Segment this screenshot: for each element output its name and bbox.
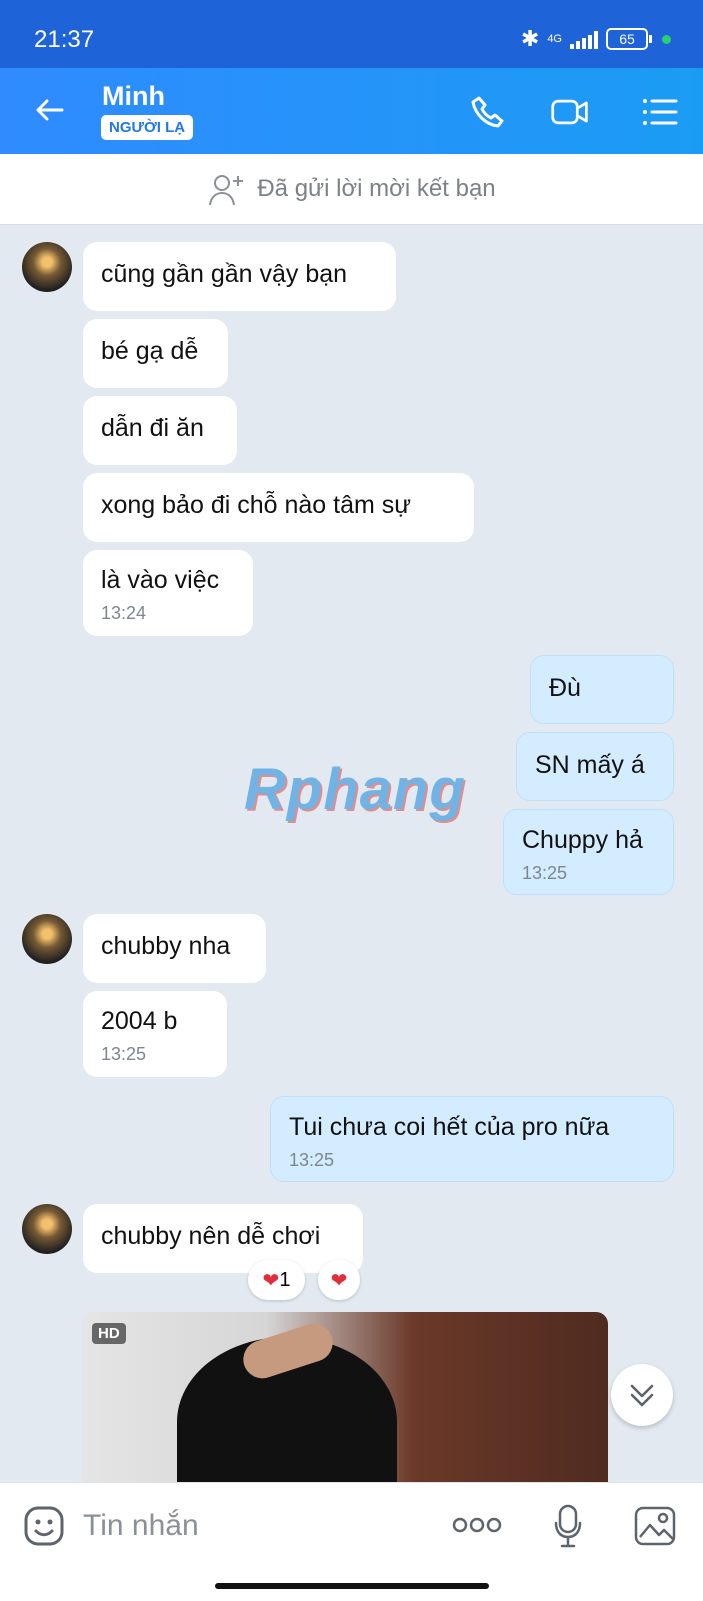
message-text: 2004 b [101,1007,178,1035]
message-text: là vào việc [101,566,220,594]
watermark-logo: Rphang [244,757,466,822]
message-composer: Tin nhắn [0,1482,703,1601]
message-text: SN mấy á [535,751,645,779]
outgoing-message[interactable]: Chuppy hả 13:25 [503,809,674,895]
back-arrow-icon[interactable] [32,92,68,128]
incoming-message[interactable]: bé gạ dễ [83,319,228,388]
reaction-count: 1 [279,1268,291,1291]
emoji-icon[interactable] [23,1505,65,1547]
more-options-icon[interactable] [452,1515,502,1535]
message-list[interactable]: cũng gần gần vậy bạn bé gạ dễ dẫn đi ăn … [0,224,703,1482]
bluetooth-icon: ✱ [520,26,540,51]
message-text: Chuppy hả [522,826,643,854]
message-text: chubby nên dễ chơi [101,1222,321,1250]
outgoing-message[interactable]: Đù [530,655,674,724]
incoming-message[interactable]: xong bảo đi chỗ nào tâm sự [83,473,474,542]
incoming-message[interactable]: cũng gần gần vậy bạn [83,242,396,311]
status-icons: ✱ 4G 65 [521,26,671,52]
incoming-message[interactable]: chubby nên dễ chơi [83,1204,363,1273]
message-text: chubby nha [101,932,231,960]
message-time: 13:24 [101,603,147,623]
avatar[interactable] [22,914,72,964]
privacy-dot-icon [662,34,671,44]
outgoing-message[interactable]: Tui chưa coi hết của pro nữa 13:25 [270,1096,674,1182]
network-type: 4G [547,33,562,45]
incoming-message[interactable]: dẫn đi ăn [83,396,237,465]
incoming-message[interactable]: 2004 b 13:25 [83,991,227,1077]
menu-list-icon[interactable] [640,92,680,132]
message-time: 13:25 [522,863,568,883]
outgoing-message[interactable]: SN mấy á [516,732,674,801]
incoming-message[interactable]: chubby nha [83,914,266,983]
heart-icon: ❤ [330,1269,348,1292]
status-time: 21:37 [34,26,95,53]
status-bar: 21:37 ✱ 4G 65 [0,0,703,68]
phone-icon[interactable] [468,92,508,132]
image-message[interactable]: HD [82,1312,608,1482]
message-input[interactable]: Tin nhắn [83,1509,199,1543]
friend-request-text: Đã gửi lời mời kết bạn [257,175,496,202]
stranger-badge: NGƯỜI LẠ [101,115,194,140]
home-indicator [215,1583,489,1589]
message-text: cũng gần gần vậy bạn [101,260,348,288]
microphone-icon[interactable] [552,1503,584,1549]
friend-request-notice: Đã gửi lời mời kết bạn [0,154,703,225]
video-call-icon[interactable] [550,92,590,132]
heart-reaction-icon: ❤ [262,1269,280,1292]
battery-icon: 65 [606,28,652,50]
message-text: bé gạ dễ [101,337,199,365]
scroll-down-icon [630,1384,654,1407]
signal-icon [570,29,598,49]
add-friend-icon [209,175,244,206]
message-text: Tui chưa coi hết của pro nữa [289,1113,610,1141]
scroll-down-button[interactable] [611,1364,673,1426]
message-time: 13:25 [101,1044,147,1064]
avatar[interactable] [22,242,72,292]
message-time: 13:25 [289,1150,335,1170]
message-text: Đù [549,674,581,702]
image-icon[interactable] [633,1505,677,1547]
hd-badge: HD [92,1323,126,1344]
chat-header: Minh NGƯỜI LẠ [0,68,703,154]
react-button[interactable]: ❤ [318,1260,360,1300]
contact-name[interactable]: Minh [102,81,165,112]
message-text: dẫn đi ăn [101,414,204,442]
message-text: xong bảo đi chỗ nào tâm sự [101,491,411,519]
reaction-count-badge[interactable]: ❤ 1 [248,1260,305,1300]
avatar[interactable] [22,1204,72,1254]
incoming-message[interactable]: là vào việc 13:24 [83,550,253,636]
